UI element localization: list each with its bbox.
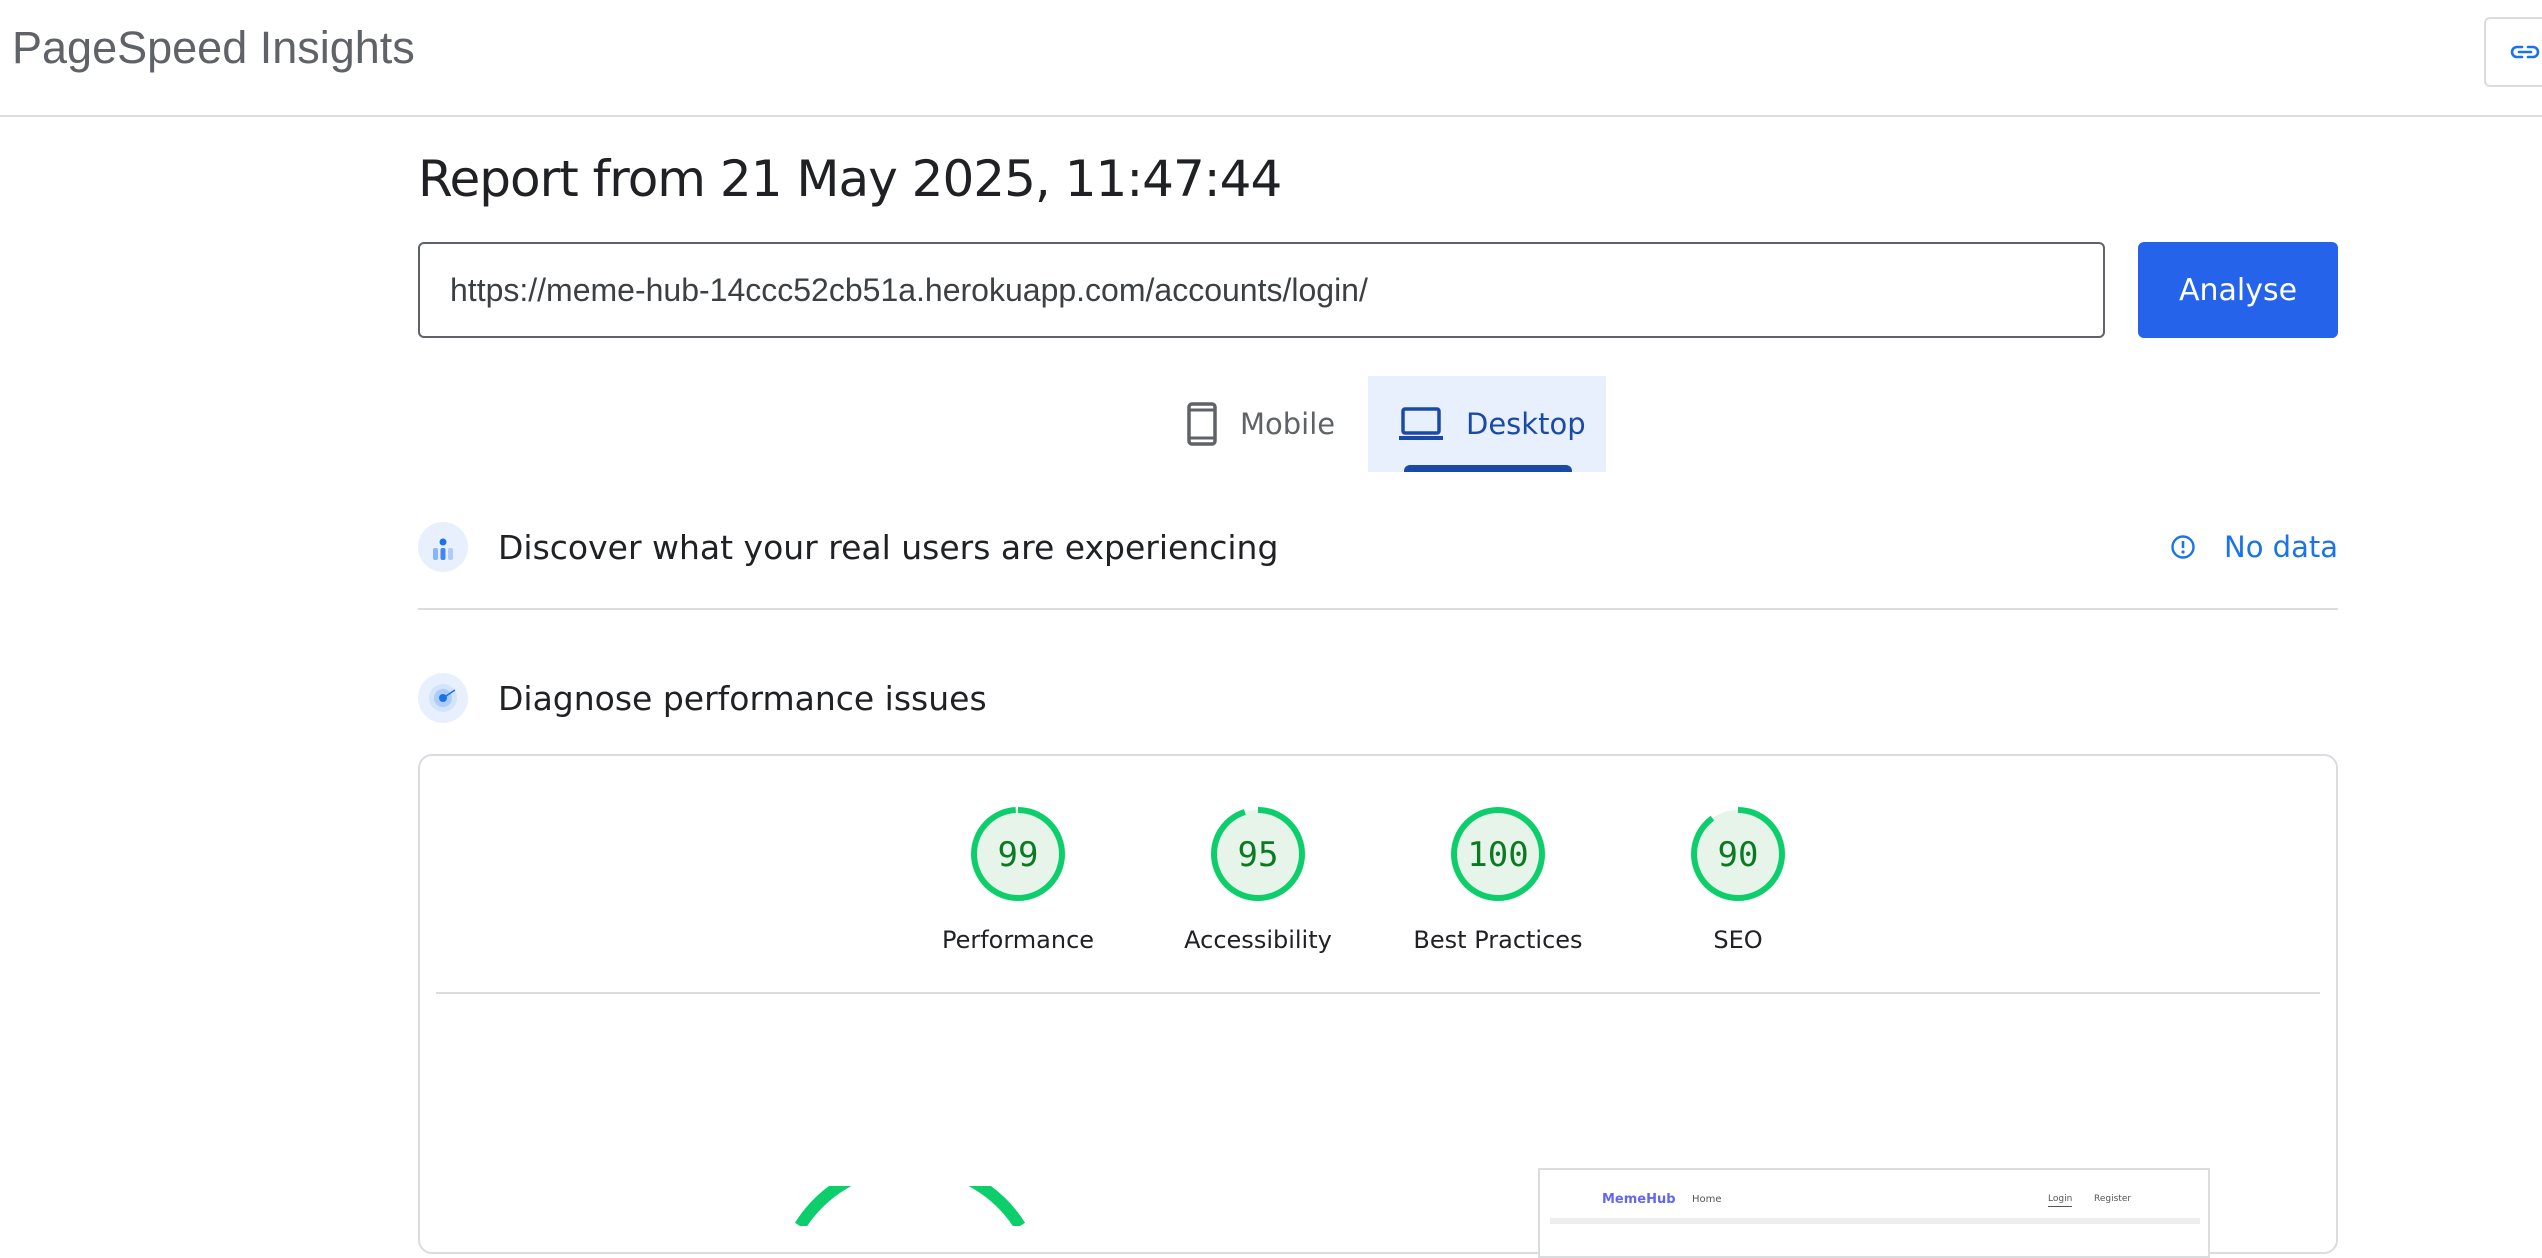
- gauge-performance[interactable]: 99 Performance: [918, 804, 1118, 954]
- score-card: 99 Performance 95 Accessibility 100 Best…: [418, 754, 2338, 1258]
- url-input[interactable]: [418, 242, 2105, 338]
- no-data-link[interactable]: No data: [2170, 530, 2338, 564]
- field-data-title: Discover what your real users are experi…: [498, 527, 1279, 567]
- tab-desktop[interactable]: Desktop: [1368, 376, 1606, 472]
- info-icon: [2171, 535, 2195, 559]
- no-data-label: No data: [2224, 530, 2338, 564]
- lighthouse-icon: [418, 673, 468, 723]
- gauge-seo[interactable]: 90 SEO: [1638, 804, 1838, 954]
- tab-label: Mobile: [1240, 407, 1336, 441]
- gauge-label: Performance: [941, 926, 1095, 954]
- phone-icon: [1186, 401, 1218, 447]
- thumbnail-brand: MemeHub: [1602, 1192, 1676, 1207]
- tab-label: Desktop: [1466, 407, 1586, 441]
- analyse-button[interactable]: Analyse: [2138, 242, 2338, 338]
- top-bar: PageSpeed Insights: [0, 0, 2542, 117]
- selected-tab-indicator: [1404, 465, 1572, 472]
- copy-link-button[interactable]: [2484, 17, 2542, 87]
- gauge-label: SEO: [1713, 926, 1763, 954]
- laptop-icon: [1398, 406, 1444, 442]
- thumbnail-register: Register: [2094, 1194, 2132, 1204]
- section-divider: [418, 608, 2338, 610]
- field-data-section: Discover what your real users are experi…: [418, 522, 2338, 572]
- lab-data-section: Diagnose performance issues: [418, 673, 2338, 723]
- lab-data-title: Diagnose performance issues: [498, 678, 987, 718]
- gauge-score: 90: [1718, 835, 1759, 875]
- thumbnail-home: Home: [1692, 1194, 1722, 1205]
- app-title: PageSpeed Insights: [12, 22, 415, 73]
- gauge-score: 100: [1467, 835, 1528, 875]
- crux-icon: [418, 522, 468, 572]
- tab-mobile[interactable]: Mobile: [1180, 376, 1368, 472]
- gauge-best-practices[interactable]: 100 Best Practices: [1398, 804, 1598, 954]
- thumbnail-login: Login: [2048, 1194, 2073, 1207]
- gauge-score: 99: [998, 835, 1039, 875]
- link-icon: [2510, 45, 2540, 59]
- report-title: Report from 21 May 2025, 11:47:44: [418, 150, 1282, 208]
- gauge-label: Accessibility: [1184, 926, 1332, 954]
- gauge-accessibility[interactable]: 95 Accessibility: [1158, 804, 1358, 954]
- page-screenshot-thumbnail: MemeHub Home Login Register: [1538, 1168, 2210, 1258]
- card-divider: [436, 992, 2320, 994]
- gauge-label: Best Practices: [1413, 926, 1583, 954]
- gauge-score: 95: [1238, 835, 1279, 875]
- thumbnail-bar: [1550, 1218, 2200, 1224]
- performance-gauge-large: [794, 1186, 1026, 1226]
